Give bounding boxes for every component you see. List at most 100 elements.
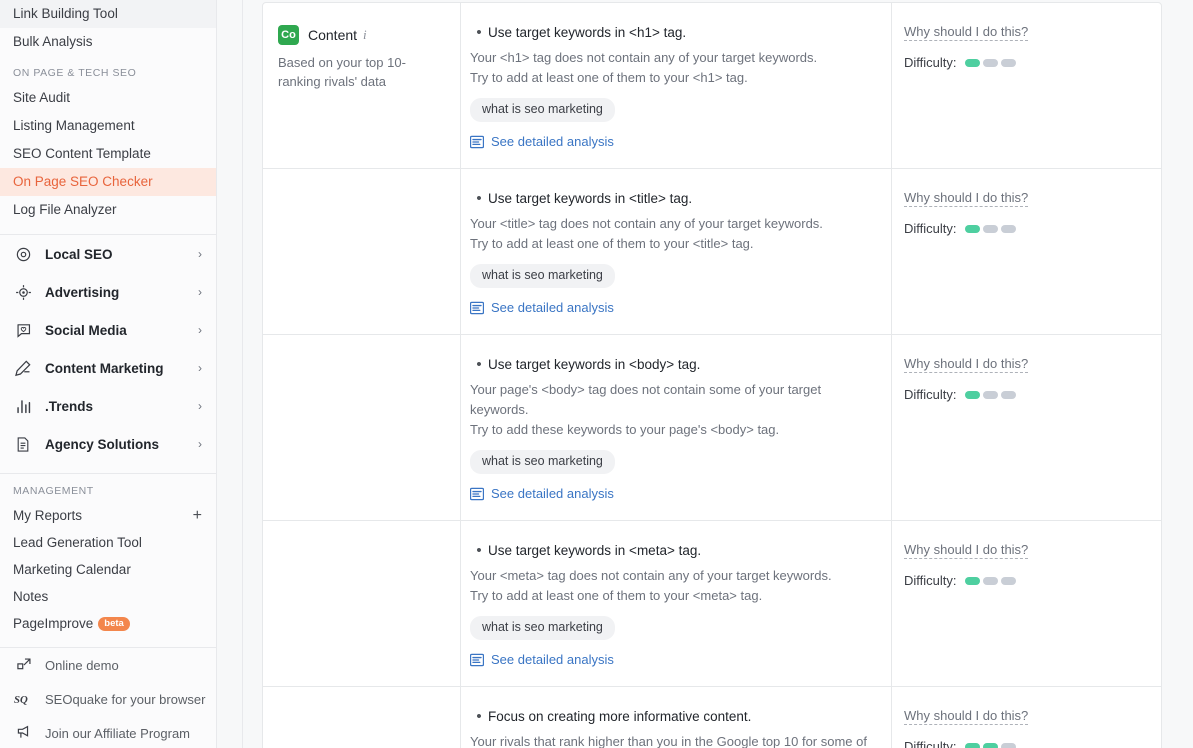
idea-description: Your rivals that rank higher than you in…: [470, 734, 867, 748]
sidebar-item-on-page-seo-checker[interactable]: On Page SEO Checker: [0, 168, 216, 196]
sidebar-item-notes[interactable]: Notes: [0, 583, 216, 610]
analysis-icon: [469, 301, 485, 315]
sidebar-item-site-audit[interactable]: Site Audit: [0, 84, 216, 112]
difficulty-meter: [964, 58, 1016, 67]
keyword-chip[interactable]: what is seo marketing: [470, 450, 615, 474]
sidebar-item-seo-content-template[interactable]: SEO Content Template: [0, 140, 216, 168]
difficulty-segment: [982, 58, 998, 67]
sidebar-item-bulk-analysis[interactable]: Bulk Analysis: [0, 28, 216, 56]
optimization-idea-row: • Use target keywords in <meta> tag. Your …: [263, 521, 1161, 687]
add-report-icon[interactable]: +: [193, 507, 202, 523]
sidebar-group-advertising[interactable]: Advertising ›: [0, 273, 216, 311]
sidebar-item-label: Lead Generation Tool: [13, 535, 142, 550]
see-detailed-analysis-label: See detailed analysis: [491, 486, 614, 501]
chevron-right-icon: ›: [198, 399, 202, 413]
analysis-icon: [469, 653, 485, 667]
keyword-chip[interactable]: what is seo marketing: [470, 616, 615, 640]
see-detailed-analysis-link[interactable]: See detailed analysis: [469, 300, 614, 316]
sidebar-item-label: My Reports: [13, 508, 83, 523]
difficulty-segment: [964, 576, 980, 585]
sidebar-group-label: Agency Solutions: [45, 436, 160, 452]
difficulty-segment: [1000, 58, 1016, 67]
idea-group-title: Content: [308, 27, 358, 43]
idea-title: Use target keywords in <h1> tag.: [488, 25, 687, 40]
sidebar-group-social-media[interactable]: Social Media ›: [0, 311, 216, 349]
keyword-chip[interactable]: what is seo marketing: [470, 264, 615, 288]
idea-title-line: • Use target keywords in <meta> tag.: [470, 541, 869, 561]
keyword-chip[interactable]: what is seo marketing: [470, 98, 615, 122]
idea-group-cell: [263, 687, 460, 748]
see-detailed-analysis-link[interactable]: See detailed analysis: [469, 486, 614, 502]
keyword-chip-wrap: what is seo marketing: [470, 616, 869, 652]
why-should-i-do-this-link[interactable]: Why should I do this?: [904, 541, 1029, 559]
optimization-idea-row: Co Content i Based on your top 10-ranking r…: [263, 3, 1161, 169]
sidebar-group-trends[interactable]: .Trends ›: [0, 387, 216, 425]
idea-description: Your <meta> tag does not contain any of …: [470, 568, 832, 603]
idea-title-line: • Use target keywords in <body> tag.: [470, 355, 869, 375]
difficulty-row: Difficulty:: [904, 387, 1143, 402]
sidebar-item-log-file-analyzer[interactable]: Log File Analyzer: [0, 196, 216, 224]
sidebar-top-links: Link Building Tool Bulk Analysis: [0, 0, 216, 56]
sidebar-item-link-building-tool[interactable]: Link Building Tool: [0, 0, 216, 28]
sidebar-item-marketing-calendar[interactable]: Marketing Calendar: [0, 556, 216, 583]
sidebar-group-local-seo[interactable]: Local SEO ›: [0, 235, 216, 273]
sidebar-item-lead-generation-tool[interactable]: Lead Generation Tool: [0, 529, 216, 556]
sidebar-item-pageimprove[interactable]: PageImprove beta: [0, 610, 216, 637]
idea-description: Your <title> tag does not contain any of…: [470, 216, 823, 251]
idea-body-cell: • Focus on creating more informative cont…: [460, 687, 891, 748]
sidebar-footer-links: Online demo SQ SEOquake for your browser Jo…: [0, 648, 216, 748]
sidebar-footer-join-our-affiliate-program[interactable]: Join our Affiliate Program: [0, 716, 216, 748]
why-should-i-do-this-link[interactable]: Why should I do this?: [904, 189, 1029, 207]
why-should-i-do-this-link[interactable]: Why should I do this?: [904, 355, 1029, 373]
sidebar-footer-label: SEOquake for your browser: [45, 691, 206, 707]
difficulty-segment: [982, 576, 998, 585]
sidebar-item-my-reports[interactable]: My Reports +: [0, 502, 216, 529]
sidebar-group-label: Advertising: [45, 284, 120, 300]
sidebar-group-label: Social Media: [45, 322, 127, 338]
bar-chart-icon: [13, 396, 33, 416]
idea-description: Your page's <body> tag does not contain …: [470, 382, 822, 437]
sidebar-section-management: MANAGEMENT: [13, 485, 94, 497]
sidebar-footer-online-demo[interactable]: Online demo: [0, 648, 216, 682]
sidebar-item-listing-management[interactable]: Listing Management: [0, 112, 216, 140]
chevron-right-icon: ›: [198, 247, 202, 261]
idea-description: Your <h1> tag does not contain any of yo…: [470, 50, 818, 85]
difficulty-meter: [964, 224, 1016, 233]
difficulty-row: Difficulty:: [904, 55, 1143, 70]
idea-group-cell: [263, 169, 460, 334]
seoquake-icon: SQ: [13, 690, 35, 708]
see-detailed-analysis-label: See detailed analysis: [491, 300, 614, 315]
see-detailed-analysis-link[interactable]: See detailed analysis: [469, 652, 614, 668]
main-left-rail: [242, 0, 243, 748]
sidebar-footer-seoquake-for-your-browser[interactable]: SQ SEOquake for your browser: [0, 682, 216, 716]
difficulty-label: Difficulty:: [904, 739, 957, 748]
location-pin-icon: [13, 244, 33, 264]
idea-title: Use target keywords in <meta> tag.: [488, 543, 702, 558]
sidebar-group-content-marketing[interactable]: Content Marketing ›: [0, 349, 216, 387]
bullet-icon: •: [476, 356, 482, 373]
idea-why-cell: Why should I do this? Difficulty:: [891, 521, 1161, 686]
pencil-icon: [13, 358, 33, 378]
main-content: Co Content i Based on your top 10-ranking r…: [217, 0, 1193, 748]
sidebar: Link Building Tool Bulk Analysis ON PAGE …: [0, 0, 217, 748]
difficulty-meter: [964, 742, 1016, 748]
svg-text:SQ: SQ: [14, 694, 28, 706]
why-should-i-do-this-link[interactable]: Why should I do this?: [904, 707, 1029, 725]
optimization-idea-row: • Use target keywords in <title> tag. Your…: [263, 169, 1161, 335]
difficulty-label: Difficulty:: [904, 221, 957, 236]
sidebar-group-agency-solutions[interactable]: Agency Solutions ›: [0, 425, 216, 463]
info-icon[interactable]: i: [363, 27, 367, 43]
why-should-i-do-this-link[interactable]: Why should I do this?: [904, 23, 1029, 41]
idea-body-cell: • Use target keywords in <title> tag. Your…: [460, 169, 891, 334]
sidebar-on-page-links: Site Audit Listing Management SEO Content …: [0, 84, 216, 224]
difficulty-segment: [1000, 576, 1016, 585]
sidebar-group-label: Local SEO: [45, 246, 113, 262]
see-detailed-analysis-link[interactable]: See detailed analysis: [469, 134, 614, 150]
difficulty-segment: [964, 390, 980, 399]
keyword-chip-wrap: what is seo marketing: [470, 98, 869, 134]
sidebar-group-label: .Trends: [45, 398, 94, 414]
sidebar-footer-label: Online demo: [45, 657, 119, 673]
sidebar-item-label: Notes: [13, 589, 49, 604]
difficulty-row: Difficulty:: [904, 739, 1143, 748]
see-detailed-analysis-label: See detailed analysis: [491, 134, 614, 149]
